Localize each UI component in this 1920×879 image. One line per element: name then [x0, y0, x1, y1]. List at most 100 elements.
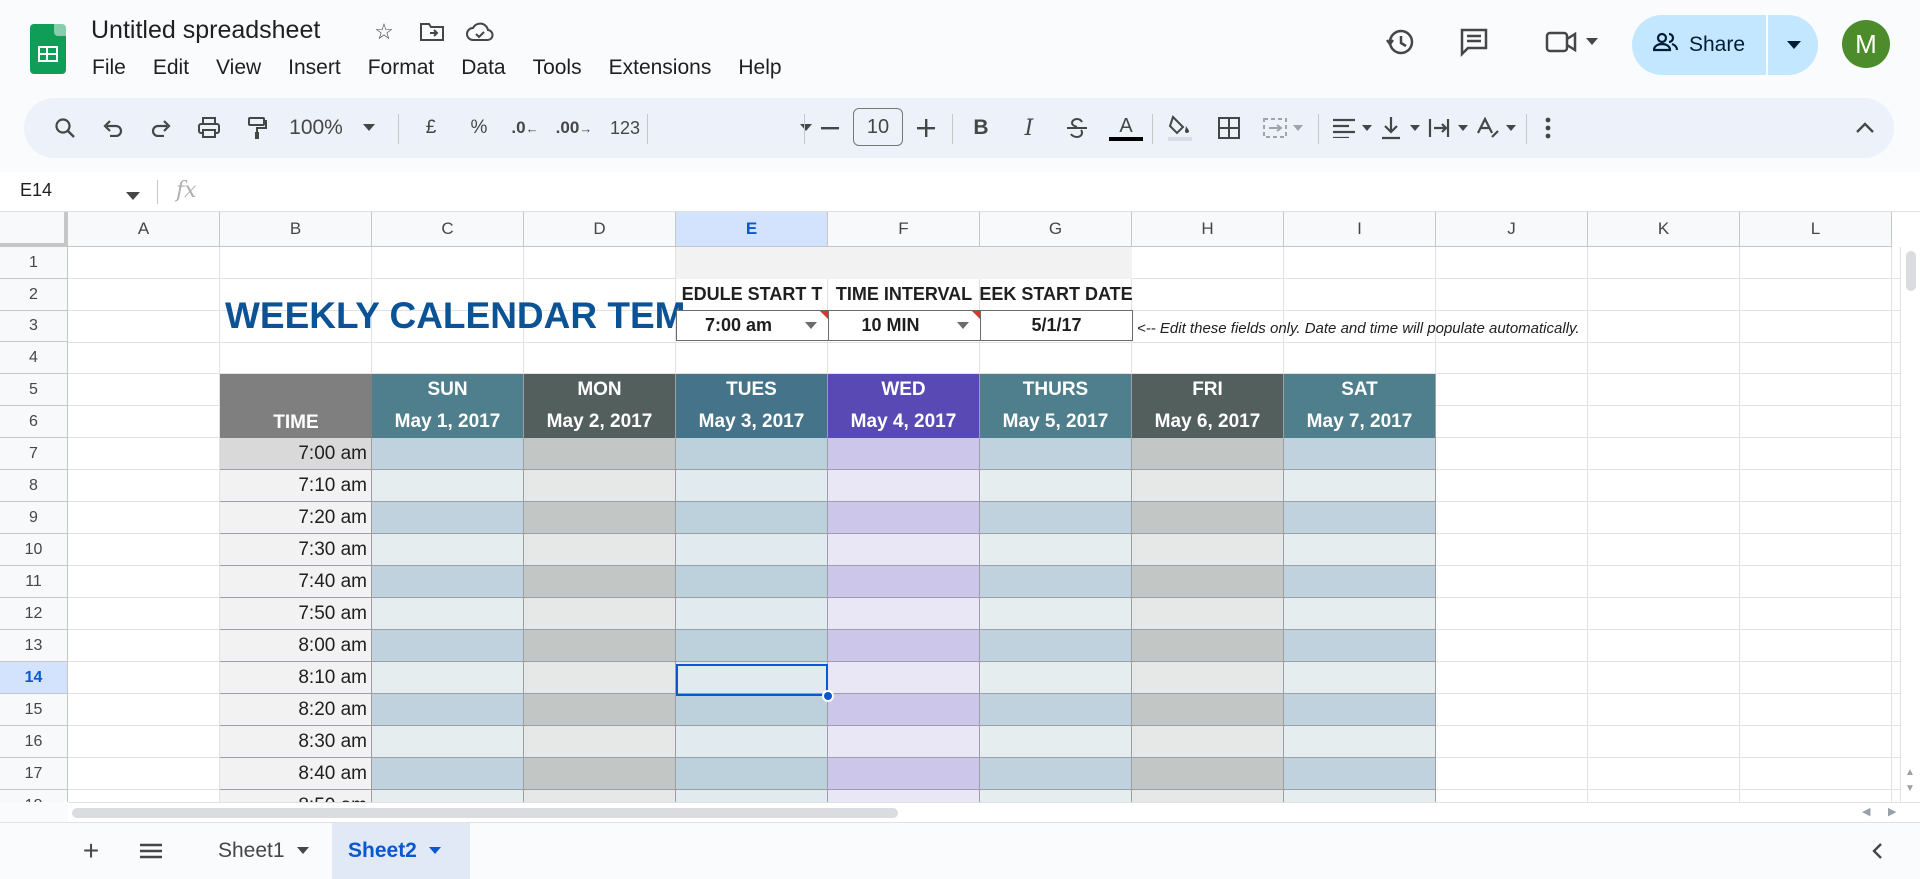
sheet-tab-sheet1[interactable]: Sheet1 — [202, 823, 325, 879]
row-header-12[interactable]: 12 — [0, 598, 68, 630]
calendar-slot-cell[interactable] — [372, 630, 524, 662]
more-options-icon[interactable] — [1538, 110, 1558, 146]
calendar-slot-cell[interactable] — [828, 662, 980, 694]
time-slot-label[interactable]: 7:40 am — [220, 566, 372, 598]
row-header-13[interactable]: 13 — [0, 630, 68, 662]
calendar-slot-cell[interactable] — [372, 534, 524, 566]
calendar-slot-cell[interactable] — [1132, 566, 1284, 598]
menu-format[interactable]: Format — [368, 56, 435, 80]
text-wrapping-icon[interactable] — [1426, 110, 1472, 146]
calendar-slot-cell[interactable] — [828, 726, 980, 758]
time-slot-label[interactable]: 7:00 am — [220, 438, 372, 470]
scroll-right-icon[interactable]: ▶ — [1888, 805, 1896, 818]
calendar-slot-cell[interactable] — [828, 694, 980, 726]
calendar-slot-cell[interactable] — [524, 566, 676, 598]
borders-icon[interactable] — [1212, 110, 1246, 146]
vertical-align-icon[interactable] — [1378, 110, 1424, 146]
calendar-slot-cell[interactable] — [828, 470, 980, 502]
calendar-slot-cell[interactable] — [372, 726, 524, 758]
horizontal-scroll-thumb[interactable] — [72, 808, 898, 818]
calendar-slot-cell[interactable] — [828, 502, 980, 534]
menu-edit[interactable]: Edit — [153, 56, 189, 80]
row-header-4[interactable]: 4 — [0, 342, 68, 374]
row-header-16[interactable]: 16 — [0, 726, 68, 758]
horizontal-align-icon[interactable] — [1330, 110, 1376, 146]
meet-icon[interactable] — [1536, 24, 1586, 60]
calendar-slot-cell[interactable] — [676, 502, 828, 534]
calendar-slot-cell[interactable] — [1132, 502, 1284, 534]
row-header-5[interactable]: 5 — [0, 374, 68, 406]
calendar-slot-cell[interactable] — [828, 790, 980, 802]
calendar-slot-cell[interactable] — [676, 566, 828, 598]
column-header-c[interactable]: C — [372, 212, 524, 247]
calendar-slot-cell[interactable] — [828, 566, 980, 598]
calendar-slot-cell[interactable] — [1284, 694, 1436, 726]
time-interval-dropdown-icon[interactable] — [957, 322, 969, 329]
row-header-18[interactable]: 18 — [0, 790, 68, 802]
calendar-slot-cell[interactable] — [372, 662, 524, 694]
menu-help[interactable]: Help — [738, 56, 781, 80]
scroll-up-icon[interactable]: ▲ — [1905, 767, 1915, 778]
all-sheets-icon[interactable] — [136, 833, 166, 869]
row-header-14[interactable]: 14 — [0, 662, 68, 694]
calendar-slot-cell[interactable] — [676, 790, 828, 802]
text-rotation-icon[interactable] — [1474, 110, 1520, 146]
time-slot-label[interactable]: 8:50 am — [220, 790, 372, 802]
column-header-g[interactable]: G — [980, 212, 1132, 247]
meet-dropdown-icon[interactable] — [1584, 24, 1600, 60]
calendar-slot-cell[interactable] — [980, 470, 1132, 502]
share-dropdown-icon[interactable] — [1770, 15, 1818, 75]
menu-insert[interactable]: Insert — [288, 56, 341, 80]
row-header-10[interactable]: 10 — [0, 534, 68, 566]
fill-color-icon[interactable] — [1162, 110, 1198, 146]
name-box-dropdown-icon[interactable] — [126, 188, 140, 206]
number-format-button[interactable]: 123 — [604, 110, 646, 146]
calendar-slot-cell[interactable] — [980, 630, 1132, 662]
calendar-slot-cell[interactable] — [1284, 502, 1436, 534]
calendar-slot-cell[interactable] — [828, 758, 980, 790]
strikethrough-icon[interactable] — [1062, 110, 1092, 146]
font-size-increase-icon[interactable] — [912, 110, 940, 146]
calendar-slot-cell[interactable] — [828, 598, 980, 630]
currency-format-button[interactable]: £ — [416, 110, 446, 146]
row-header-17[interactable]: 17 — [0, 758, 68, 790]
column-header-j[interactable]: J — [1436, 212, 1588, 247]
calendar-slot-cell[interactable] — [1284, 726, 1436, 758]
calendar-slot-cell[interactable] — [372, 790, 524, 802]
menu-extensions[interactable]: Extensions — [609, 56, 712, 80]
undo-icon[interactable] — [98, 110, 128, 146]
row-header-2[interactable]: 2 — [0, 279, 68, 311]
calendar-slot-cell[interactable] — [676, 758, 828, 790]
select-all-corner[interactable] — [0, 212, 68, 247]
time-slot-label[interactable]: 7:50 am — [220, 598, 372, 630]
star-icon[interactable]: ☆ — [370, 18, 398, 46]
calendar-slot-cell[interactable] — [980, 438, 1132, 470]
calendar-slot-cell[interactable] — [524, 694, 676, 726]
column-header-d[interactable]: D — [524, 212, 676, 247]
text-color-button[interactable]: A — [1108, 110, 1144, 146]
calendar-slot-cell[interactable] — [1132, 470, 1284, 502]
row-header-15[interactable]: 15 — [0, 694, 68, 726]
menu-data[interactable]: Data — [461, 56, 505, 80]
calendar-slot-cell[interactable] — [524, 598, 676, 630]
vertical-scrollbar[interactable]: ▲ ▼ — [1900, 247, 1920, 802]
calendar-slot-cell[interactable] — [1132, 694, 1284, 726]
italic-button[interactable]: I — [1014, 110, 1044, 146]
calendar-slot-cell[interactable] — [524, 758, 676, 790]
calendar-slot-cell[interactable] — [372, 438, 524, 470]
column-header-l[interactable]: L — [1740, 212, 1892, 247]
menu-file[interactable]: File — [92, 56, 126, 80]
calendar-slot-cell[interactable] — [524, 534, 676, 566]
calendar-slot-cell[interactable] — [980, 694, 1132, 726]
calendar-slot-cell[interactable] — [1284, 630, 1436, 662]
collapse-toolbar-icon[interactable] — [1850, 110, 1880, 146]
column-header-i[interactable]: I — [1284, 212, 1436, 247]
zoom-select[interactable]: 100% — [286, 110, 346, 146]
calendar-slot-cell[interactable] — [980, 534, 1132, 566]
calendar-slot-cell[interactable] — [1132, 630, 1284, 662]
column-header-a[interactable]: A — [68, 212, 220, 247]
calendar-slot-cell[interactable] — [1132, 438, 1284, 470]
calendar-slot-cell[interactable] — [524, 726, 676, 758]
calendar-slot-cell[interactable] — [980, 758, 1132, 790]
comments-icon[interactable] — [1456, 24, 1492, 60]
